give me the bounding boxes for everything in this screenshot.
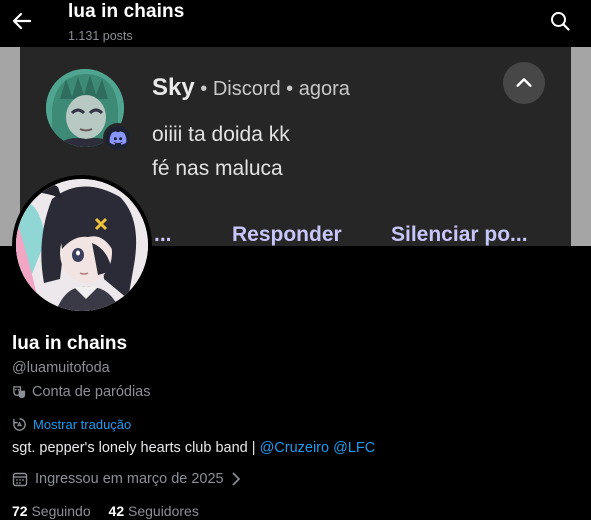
profile-avatar[interactable] <box>12 175 152 315</box>
notification-header: Sky • Discord • agora <box>152 74 350 102</box>
notification-mute-button: Silenciar po... <box>391 223 528 246</box>
theater-masks-icon <box>13 385 26 398</box>
bio-mention-lfc[interactable]: @LFC <box>333 440 375 456</box>
notification-action-more: ... <box>154 223 172 246</box>
followers-count: 42 <box>108 503 125 519</box>
notification-source: • Discord • agora <box>200 78 350 100</box>
joined-date-text: Ingressou em março de 2025 <box>35 471 224 487</box>
show-translation-text[interactable]: Mostrar tradução <box>33 417 131 432</box>
follow-stats: 72 Seguindo 42 Seguidores <box>12 503 213 519</box>
following-stat[interactable]: 72 Seguindo <box>12 503 91 519</box>
notification-message-line2: fé nas maluca <box>152 157 283 180</box>
collapse-button[interactable] <box>503 62 545 104</box>
show-translation-link[interactable]: Mostrar tradução <box>12 417 131 432</box>
profile-name: lua in chains <box>12 333 128 354</box>
post-count: 1.131 posts <box>68 29 133 43</box>
parody-account-label: Conta de paródias <box>12 384 151 400</box>
calendar-icon <box>12 472 28 487</box>
followers-label: Seguidores <box>128 503 199 519</box>
search-button[interactable] <box>548 9 572 33</box>
notification-sender: Sky <box>152 74 195 101</box>
page-title: lua in chains <box>68 1 185 22</box>
following-count: 72 <box>12 503 28 519</box>
bio-mention-cruzeiro[interactable]: @Cruzeiro <box>260 440 330 456</box>
bio-text: sgt. pepper's lonely hearts club band | <box>12 440 260 456</box>
profile-bio: sgt. pepper's lonely hearts club band | … <box>12 440 375 456</box>
discord-icon <box>103 123 133 153</box>
parody-label-text: Conta de paródias <box>32 384 151 400</box>
notification-message-line1: oiiii ta doida kk <box>152 123 290 146</box>
translate-icon <box>13 418 26 431</box>
back-button[interactable] <box>10 9 34 33</box>
chevron-right-icon <box>232 472 240 486</box>
profile-handle: @luamuitofoda <box>12 360 110 376</box>
following-label: Seguindo <box>31 503 91 519</box>
top-bar: lua in chains 1.131 posts <box>0 0 591 47</box>
search-icon <box>551 12 570 31</box>
chevron-up-icon <box>516 78 532 87</box>
notification-reply-button: Responder <box>232 223 342 246</box>
arrow-left-icon <box>12 12 32 30</box>
joined-date[interactable]: Ingressou em março de 2025 <box>12 471 241 487</box>
followers-stat[interactable]: 42 Seguidores <box>109 503 199 519</box>
